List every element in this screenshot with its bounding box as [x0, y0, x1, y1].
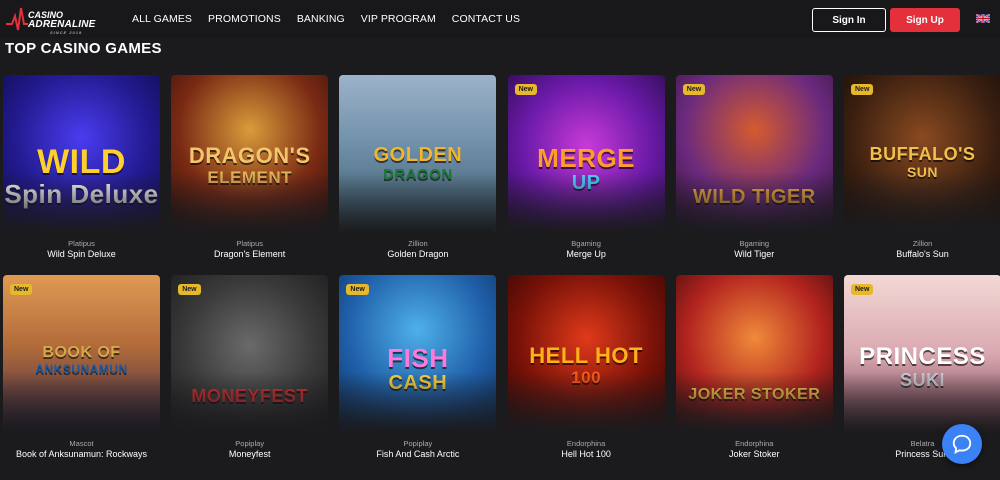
new-badge: New [346, 284, 369, 295]
new-badge: New [178, 284, 201, 295]
game-card[interactable]: BOOK OF ANKSUNAMUN New Mascot Book of An… [3, 275, 160, 463]
game-name[interactable]: Fish And Cash Arctic [339, 449, 496, 459]
nav-contact-us[interactable]: CONTACT US [452, 13, 520, 25]
game-thumbnail[interactable]: MONEYFEST New [171, 275, 329, 432]
game-card[interactable]: BUFFALO'S SUN New Zillion Buffalo's Sun [844, 75, 1000, 263]
game-card[interactable]: MERGE UP New Bgaming Merge Up [507, 75, 665, 263]
game-name[interactable]: Merge Up [508, 249, 665, 259]
game-provider: Endorphina [735, 439, 774, 448]
nav-promotions[interactable]: PROMOTIONS [208, 13, 281, 25]
game-provider: Bgaming [571, 239, 601, 248]
card-fade [844, 372, 1000, 432]
game-name[interactable]: Book of Anksunamun: Rockways [3, 449, 160, 459]
game-name[interactable]: Moneyfest [171, 449, 328, 459]
game-provider: Endorphina [566, 439, 606, 448]
logo-line-since: SINCE 2019 [50, 30, 83, 35]
game-provider: Platipus [236, 239, 264, 248]
game-name[interactable]: Hell Hot 100 [508, 449, 665, 459]
game-card[interactable]: WILD TIGER New Bgaming Wild Tiger [675, 75, 833, 263]
game-card[interactable]: GOLDEN DRAGON Zillion Golden Dragon [339, 75, 497, 263]
card-fade [675, 372, 833, 432]
game-art-title: DRAGON'S [188, 143, 311, 168]
game-name[interactable]: Golden Dragon [339, 249, 496, 259]
game-card[interactable]: JOKER STOKER Endorphina Joker Stoker [675, 275, 833, 463]
game-thumbnail[interactable]: WILD TIGER New [675, 75, 833, 232]
game-thumbnail[interactable]: DRAGON'S ELEMENT [171, 75, 329, 232]
game-provider: Popiplay [235, 439, 265, 448]
new-badge: New [851, 284, 874, 295]
game-thumbnail[interactable]: WILD Spin Deluxe [3, 75, 160, 232]
game-thumbnail[interactable]: JOKER STOKER [675, 275, 833, 432]
top-navigation-bar: CASINO ADRENALINE SINCE 2019 ALL GAMES P… [0, 0, 1000, 38]
casino-adrenaline-logo[interactable]: CASINO ADRENALINE SINCE 2019 [6, 4, 124, 36]
game-art-title: HELL HOT [529, 343, 643, 368]
card-fade [171, 172, 329, 232]
card-fade [675, 172, 833, 232]
nav-all-games[interactable]: ALL GAMES [132, 13, 192, 25]
sign-up-button[interactable]: Sign Up [890, 8, 960, 32]
heartbeat-logo-icon [6, 7, 28, 31]
game-name[interactable]: Wild Tiger [676, 249, 833, 259]
new-badge: New [851, 84, 874, 95]
game-art-title: PRINCESS [859, 343, 986, 370]
card-fade [339, 372, 497, 432]
card-fade [339, 172, 497, 232]
game-thumbnail[interactable]: GOLDEN DRAGON [339, 75, 497, 232]
game-name[interactable]: Wild Spin Deluxe [3, 249, 160, 259]
nav-banking[interactable]: BANKING [297, 13, 345, 25]
game-art-title: BOOK OF [42, 344, 121, 361]
game-name[interactable]: Dragon's Element [171, 249, 328, 259]
game-thumbnail[interactable]: FISH CASH New [339, 275, 497, 432]
game-card[interactable]: FISH CASH New Popiplay Fish And Cash Arc… [339, 275, 497, 463]
logo-text: CASINO ADRENALINE SINCE 2019 [28, 10, 96, 36]
card-fade [507, 372, 665, 432]
game-card[interactable]: DRAGON'S ELEMENT Platipus Dragon's Eleme… [171, 75, 329, 263]
game-card[interactable]: MONEYFEST New Popiplay Moneyfest [171, 275, 329, 463]
logo-line-adrenaline: ADRENALINE [28, 19, 96, 30]
new-badge: New [514, 84, 537, 95]
game-provider: Zillion [408, 239, 428, 248]
game-art-title: BUFFALO'S [869, 144, 976, 164]
game-art-title: MERGE [537, 143, 636, 173]
uk-flag-icon[interactable] [976, 14, 990, 23]
card-fade [844, 172, 1000, 232]
game-thumbnail[interactable]: BUFFALO'S SUN New [844, 75, 1000, 232]
game-provider: Mascot [69, 439, 94, 448]
nav-vip-program[interactable]: VIP PROGRAM [361, 13, 436, 25]
new-badge: New [682, 84, 706, 95]
card-fade [3, 172, 160, 232]
main-nav: ALL GAMES PROMOTIONS BANKING VIP PROGRAM… [132, 13, 536, 25]
card-fade [3, 372, 160, 432]
game-name[interactable]: Buffalo's Sun [844, 249, 1000, 259]
new-badge: New [10, 284, 33, 295]
game-art-title: GOLDEN [373, 144, 463, 166]
game-art-title: FISH [387, 343, 449, 373]
sign-in-button[interactable]: Sign In [812, 8, 886, 32]
game-thumbnail[interactable]: BOOK OF ANKSUNAMUN New [3, 275, 160, 432]
game-thumbnail[interactable]: MERGE UP New [507, 75, 665, 232]
game-card[interactable]: WILD Spin Deluxe Platipus Wild Spin Delu… [3, 75, 160, 263]
game-thumbnail[interactable]: HELL HOT 100 [507, 275, 665, 432]
game-provider: Platipus [68, 239, 95, 248]
game-provider: Bgaming [739, 239, 770, 248]
game-card[interactable]: HELL HOT 100 Endorphina Hell Hot 100 [507, 275, 665, 463]
section-title: TOP CASINO GAMES [5, 40, 162, 57]
game-thumbnail[interactable]: PRINCESS SUKI New [844, 275, 1000, 432]
card-fade [507, 172, 665, 232]
card-fade [171, 372, 329, 432]
game-provider: Zillion [912, 239, 933, 248]
game-name[interactable]: Joker Stoker [676, 449, 833, 459]
live-chat-button[interactable] [942, 424, 982, 464]
game-provider: Popiplay [403, 439, 433, 448]
chat-bubble-icon [952, 434, 972, 454]
